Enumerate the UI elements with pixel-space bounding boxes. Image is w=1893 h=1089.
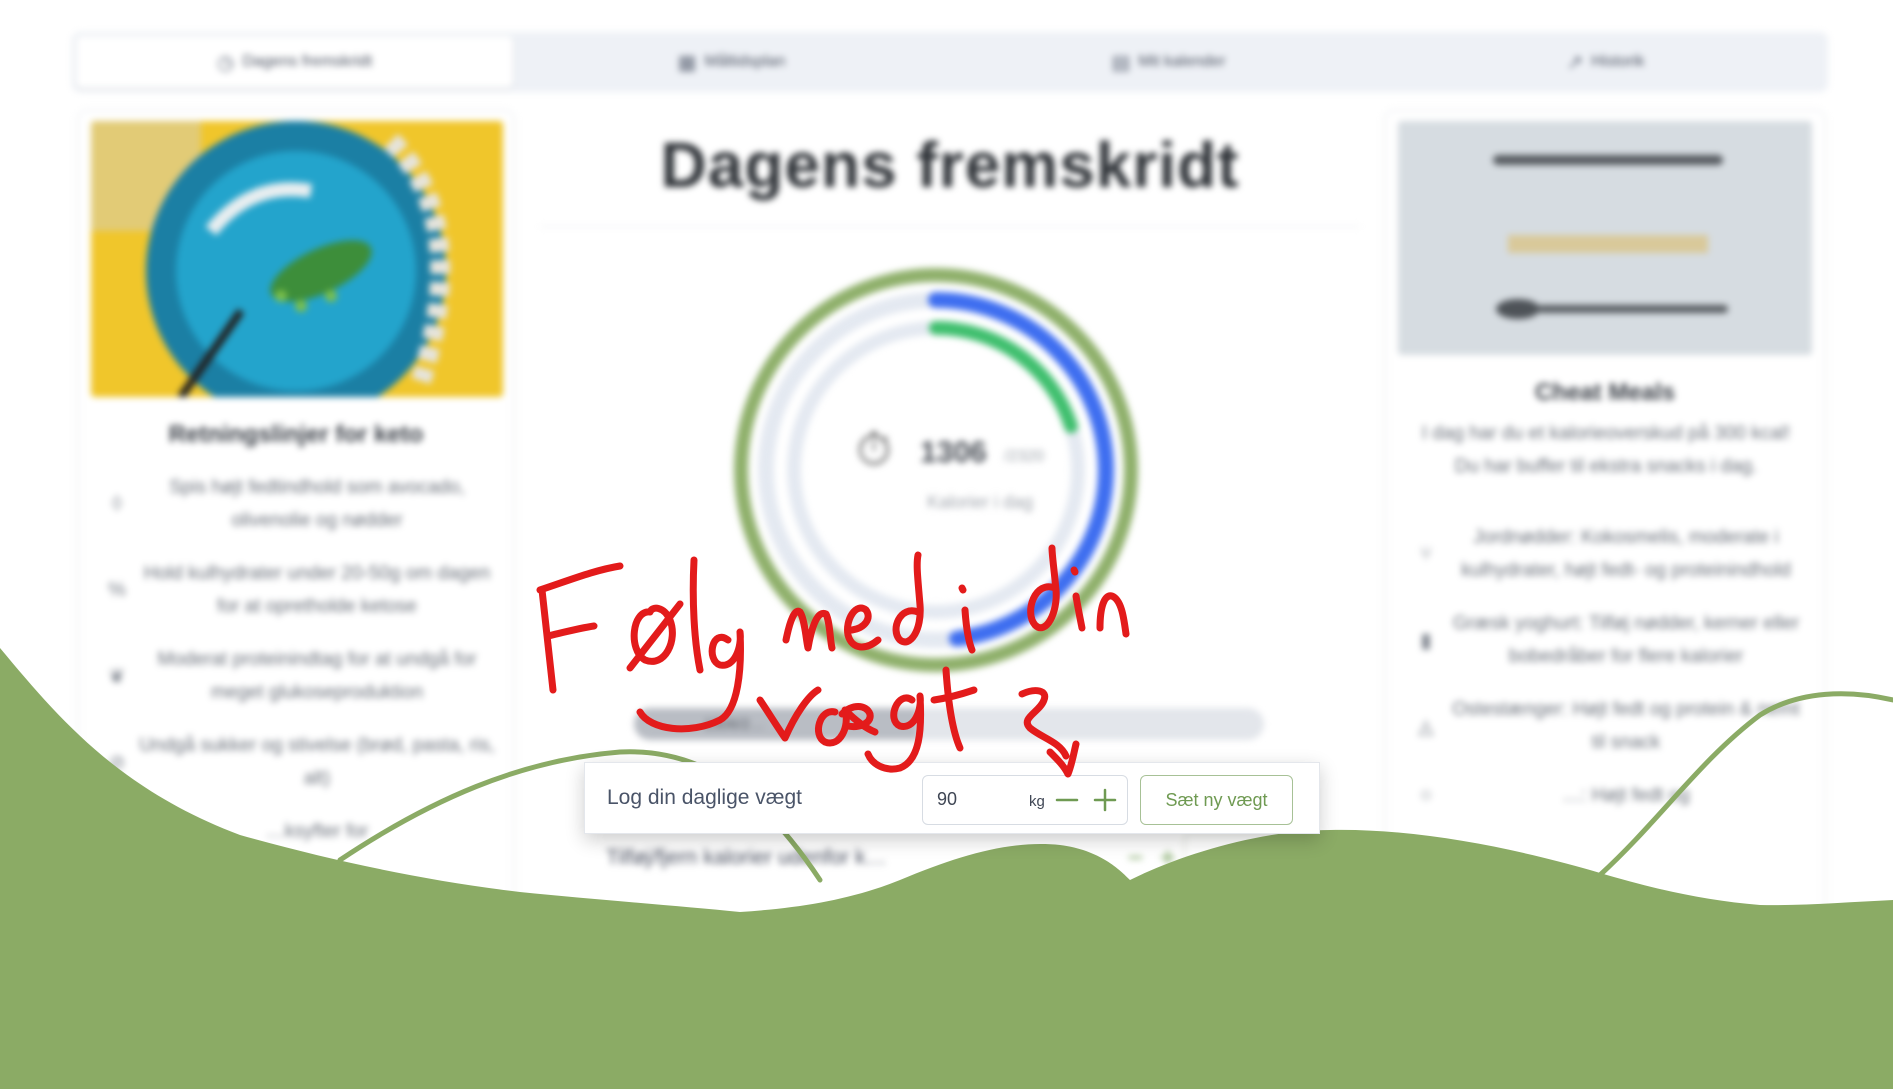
weight-value[interactable]: 90 bbox=[937, 789, 957, 810]
minus-icon bbox=[1055, 798, 1079, 802]
plus-icon bbox=[1093, 788, 1117, 812]
decrease-weight-button[interactable] bbox=[1049, 780, 1085, 820]
green-wave-decoration bbox=[0, 648, 1893, 1089]
weight-log-card: Log din daglige vægt 90 kg Sæt ny vægt bbox=[584, 762, 1320, 834]
weight-log-label: Log din daglige vægt bbox=[607, 786, 802, 809]
weight-unit: kg bbox=[1029, 793, 1045, 810]
weight-input[interactable]: 90 kg bbox=[922, 775, 1128, 825]
set-new-weight-button[interactable]: Sæt ny vægt bbox=[1140, 775, 1293, 825]
increase-weight-button[interactable] bbox=[1087, 780, 1123, 820]
